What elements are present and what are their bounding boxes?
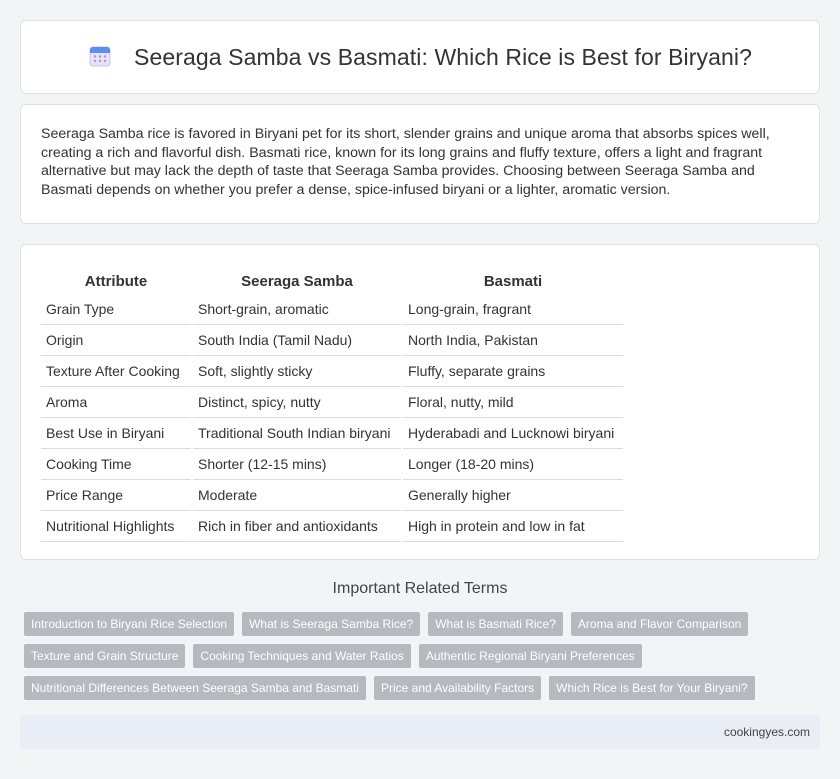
table-cell: Shorter (12-15 mins) — [193, 449, 401, 480]
related-term-tag[interactable]: Authentic Regional Biryani Preferences — [418, 644, 642, 668]
column-header: Basmati — [483, 273, 543, 290]
column-header: Attribute — [84, 273, 148, 290]
related-term-tag[interactable]: Aroma and Flavor Comparison — [570, 612, 749, 636]
related-terms-list: Introduction to Biryani Rice Selection W… — [24, 612, 804, 708]
table-cell: Long-grain, fragrant — [403, 294, 623, 325]
table-cell: Grain Type — [41, 294, 191, 325]
header-card: Seeraga Samba vs Basmati: Which Rice is … — [20, 20, 820, 94]
comparison-table: Attribute Seeraga Samba Basmati Grain Ty… — [39, 265, 625, 542]
table-cell: Distinct, spicy, nutty — [193, 387, 401, 418]
footer: cookingyes.com — [20, 715, 820, 749]
table-row: Aroma Distinct, spicy, nutty Floral, nut… — [41, 387, 623, 418]
table-cell: Longer (18-20 mins) — [403, 449, 623, 480]
related-term-tag[interactable]: What is Seeraga Samba Rice? — [242, 612, 421, 636]
related-term-tag[interactable]: Which Rice is Best for Your Biryani? — [549, 676, 755, 700]
table-row: Best Use in Biryani Traditional South In… — [41, 418, 623, 449]
calendar-icon — [89, 46, 111, 67]
related-term-tag[interactable]: Price and Availability Factors — [373, 676, 542, 700]
intro-paragraph: Seeraga Samba rice is favored in Biryani… — [41, 126, 770, 198]
intro-card: Seeraga Samba rice is favored in Biryani… — [20, 104, 820, 224]
table-cell: High in protein and low in fat — [403, 511, 623, 542]
page-title: Seeraga Samba vs Basmati: Which Rice is … — [134, 43, 752, 70]
table-cell: Hyderabadi and Lucknowi biryani — [403, 418, 623, 449]
related-term-tag[interactable]: What is Basmati Rice? — [428, 612, 563, 636]
table-cell: Soft, slightly sticky — [193, 356, 401, 387]
table-cell: Short-grain, aromatic — [193, 294, 401, 325]
table-cell: Generally higher — [403, 480, 623, 511]
table-cell: North India, Pakistan — [403, 325, 623, 356]
column-header: Seeraga Samba — [241, 273, 353, 290]
tag-row: Nutritional Differences Between Seeraga … — [24, 676, 804, 700]
table-cell: Floral, nutty, mild — [403, 387, 623, 418]
table-cell: Moderate — [193, 480, 401, 511]
table-row: Texture After Cooking Soft, slightly sti… — [41, 356, 623, 387]
footer-site-link[interactable]: cookingyes.com — [724, 725, 810, 739]
table-cell: Cooking Time — [41, 449, 191, 480]
table-cell: Texture After Cooking — [41, 356, 191, 387]
table-row: Origin South India (Tamil Nadu) North In… — [41, 325, 623, 356]
table-cell: Origin — [41, 325, 191, 356]
table-cell: Aroma — [41, 387, 191, 418]
related-terms-title: Important Related Terms — [332, 580, 508, 597]
related-term-tag[interactable]: Nutritional Differences Between Seeraga … — [24, 676, 366, 700]
table-cell: Rich in fiber and antioxidants — [193, 511, 401, 542]
table-cell: Price Range — [41, 480, 191, 511]
table-cell: South India (Tamil Nadu) — [193, 325, 401, 356]
related-term-tag[interactable]: Texture and Grain Structure — [24, 644, 186, 668]
table-row: Nutritional Highlights Rich in fiber and… — [41, 511, 623, 542]
table-cell: Best Use in Biryani — [41, 418, 191, 449]
related-term-tag[interactable]: Introduction to Biryani Rice Selection — [24, 612, 235, 636]
table-row: Grain Type Short-grain, aromatic Long-gr… — [41, 294, 623, 325]
table-cell: Nutritional Highlights — [41, 511, 191, 542]
table-row: Cooking Time Shorter (12-15 mins) Longer… — [41, 449, 623, 480]
table-header-row: Attribute Seeraga Samba Basmati — [41, 265, 623, 294]
table-cell: Traditional South Indian biryani — [193, 418, 401, 449]
table-cell: Fluffy, separate grains — [403, 356, 623, 387]
tag-row: Texture and Grain Structure Cooking Tech… — [24, 644, 804, 668]
tag-row: Introduction to Biryani Rice Selection W… — [24, 612, 804, 636]
related-term-tag[interactable]: Cooking Techniques and Water Ratios — [193, 644, 411, 668]
comparison-table-card: Attribute Seeraga Samba Basmati Grain Ty… — [20, 244, 820, 560]
table-row: Price Range Moderate Generally higher — [41, 480, 623, 511]
